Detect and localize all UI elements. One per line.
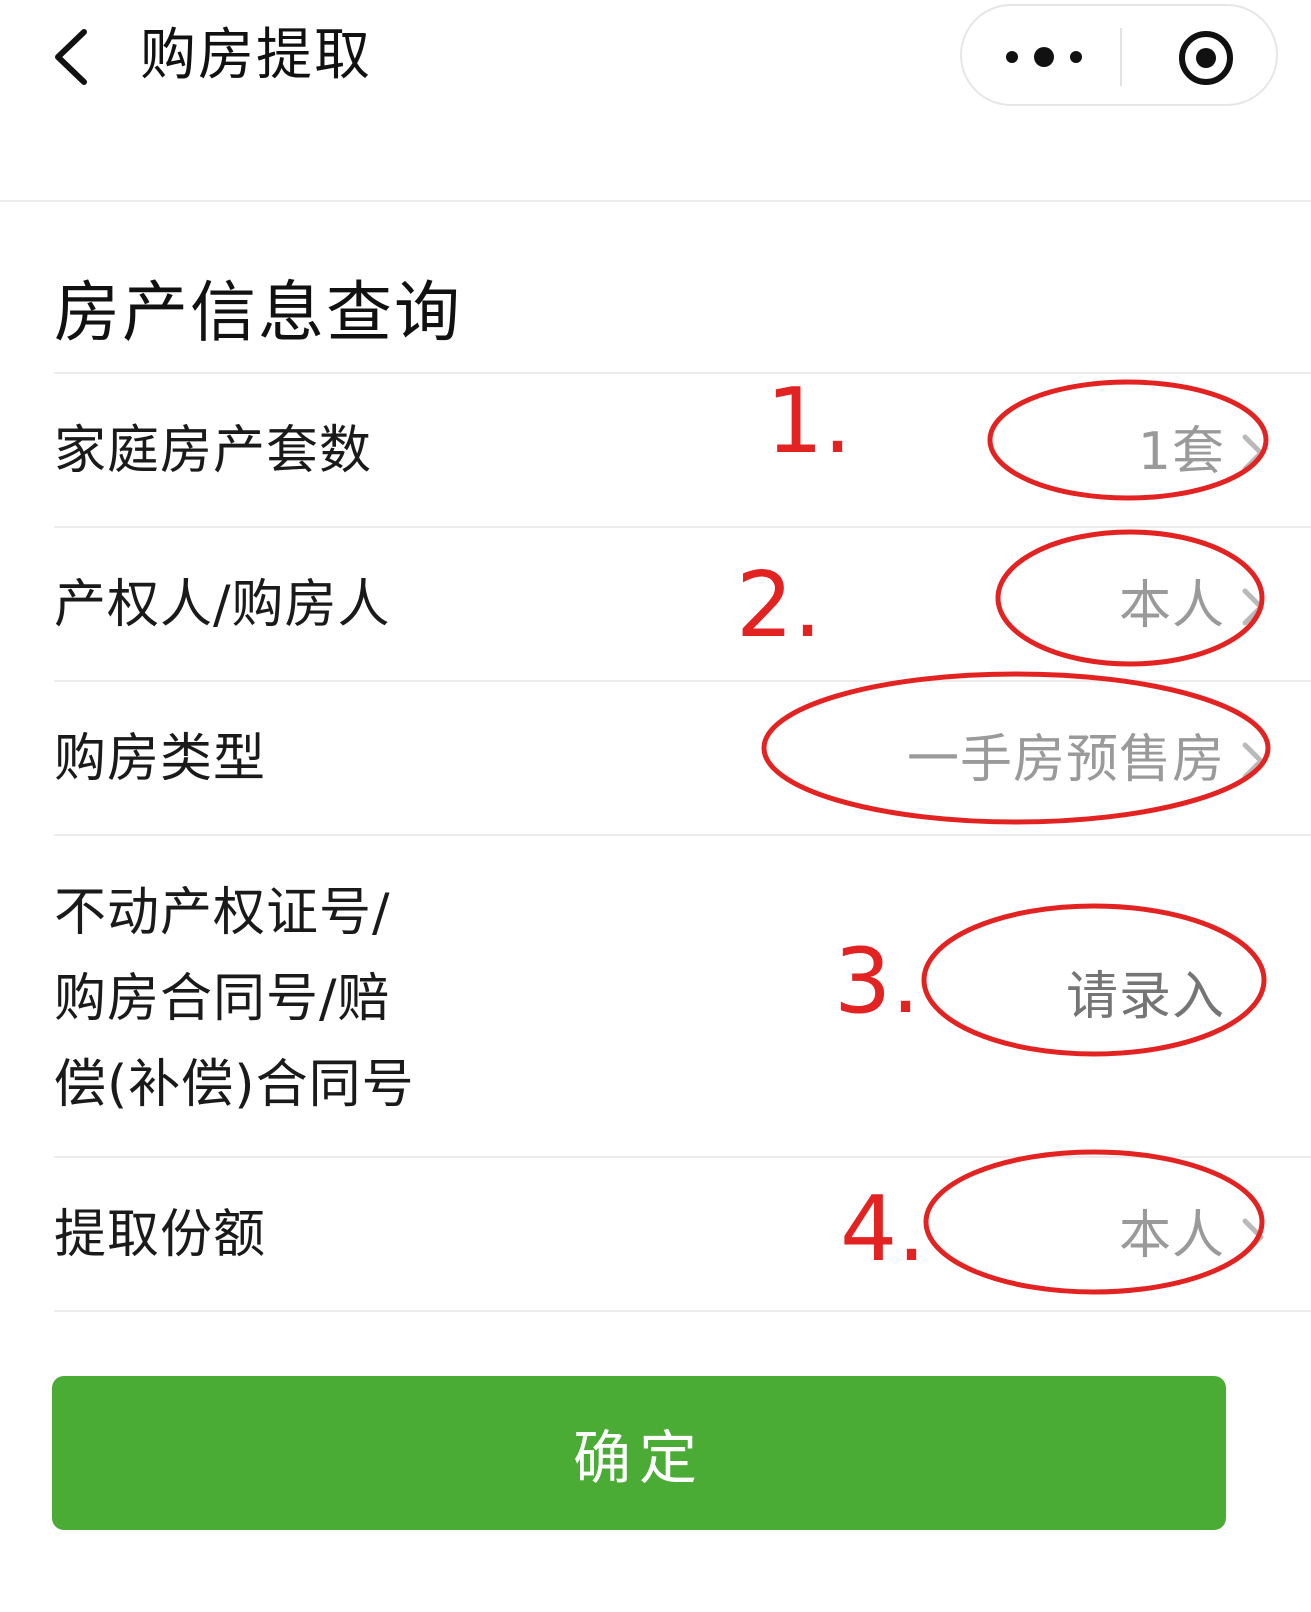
row-withdraw-share[interactable]: 提取份额 本人	[54, 1156, 1311, 1312]
row-house-count[interactable]: 家庭房产套数 1套	[54, 372, 1311, 528]
nav-bar: 购房提取	[0, 0, 1311, 202]
row-label: 提取份额	[54, 1205, 267, 1265]
mini-program-capsule	[960, 4, 1278, 106]
row-value: 一手房预售房	[906, 730, 1225, 790]
row-owner-buyer[interactable]: 产权人/购房人 本人	[54, 526, 1311, 682]
contract-number-input[interactable]	[925, 962, 1225, 1032]
row-value: 1套	[1137, 422, 1225, 482]
chevron-left-icon[interactable]	[44, 24, 104, 90]
row-contract-number: 不动产权证号/ 购房合同号/赔 偿(补偿)合同号	[54, 834, 1311, 1158]
capsule-divider	[1120, 28, 1122, 86]
confirm-button[interactable]: 确定	[52, 1376, 1226, 1530]
row-label: 购房类型	[54, 729, 267, 789]
annotation-number-2: 2.	[736, 553, 822, 658]
page: 购房提取 房产信息查询 家庭房产套数 1套 产权人/购房人 本人 购房类型 一手…	[0, 0, 1311, 1612]
row-label: 不动产权证号/ 购房合同号/赔 偿(补偿)合同号	[54, 883, 415, 1115]
annotation-number-3: 3.	[834, 929, 920, 1034]
chevron-right-icon	[1242, 588, 1264, 626]
target-close-icon[interactable]	[1176, 28, 1236, 88]
annotation-number-4: 4.	[840, 1177, 926, 1282]
section-title: 房产信息查询	[54, 274, 462, 351]
more-dots-icon[interactable]	[1000, 42, 1088, 72]
row-label: 产权人/购房人	[54, 575, 391, 635]
row-purchase-type[interactable]: 购房类型 一手房预售房	[54, 680, 1311, 836]
chevron-right-icon	[1242, 1218, 1264, 1256]
annotation-number-1: 1.	[766, 369, 852, 474]
chevron-right-icon	[1242, 742, 1264, 780]
nav-title: 购房提取	[140, 23, 372, 88]
chevron-right-icon	[1242, 434, 1264, 472]
row-label: 家庭房产套数	[54, 421, 373, 481]
row-value: 本人	[1118, 576, 1225, 636]
row-value: 本人	[1118, 1206, 1225, 1266]
